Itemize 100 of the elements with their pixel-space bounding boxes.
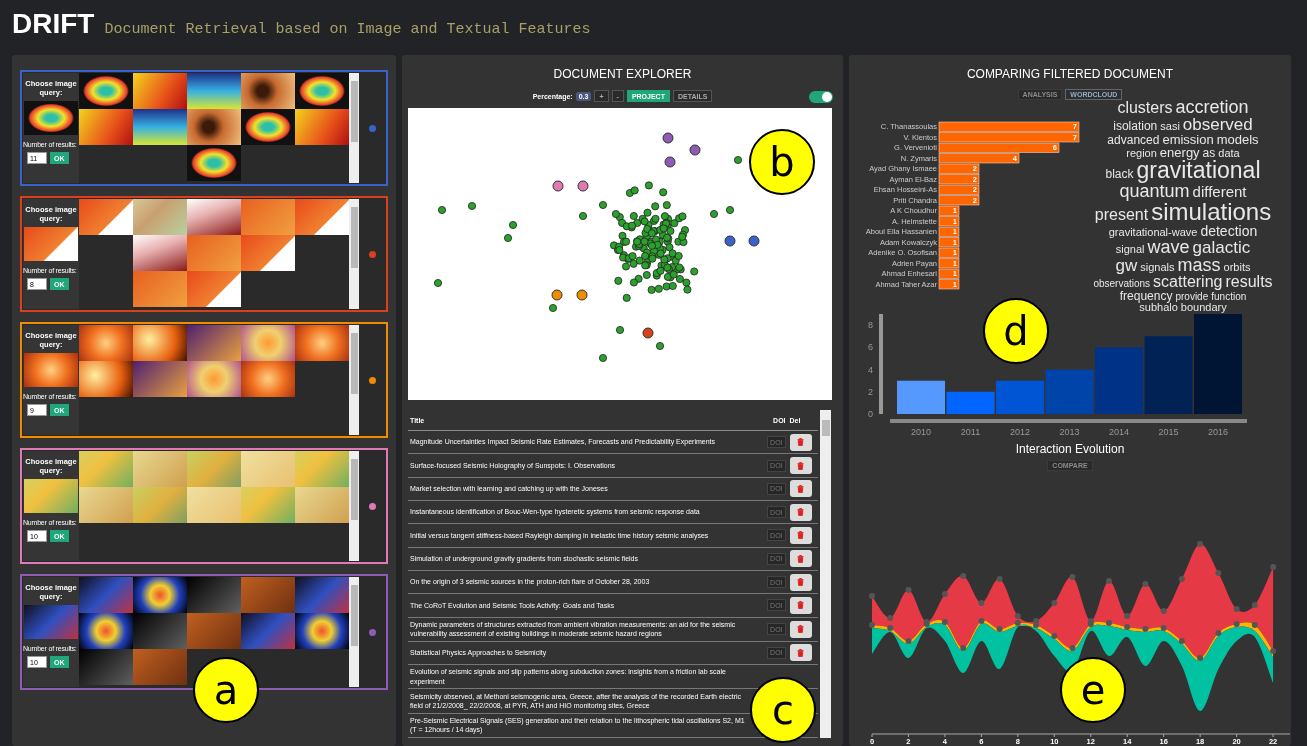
cloud-word[interactable]: clusters — [1117, 99, 1173, 116]
chart-title: Interaction Evolution — [1014, 442, 1126, 456]
author-bar[interactable] — [938, 268, 960, 279]
cloud-word[interactable]: accretion — [1175, 97, 1249, 116]
result-image[interactable] — [133, 325, 187, 361]
author-bar[interactable] — [938, 247, 960, 258]
scrollbar[interactable] — [820, 410, 831, 738]
author-bar[interactable] — [938, 174, 980, 185]
author-bar[interactable] — [938, 216, 960, 227]
cloud-word[interactable]: boundary — [1180, 301, 1227, 313]
result-image[interactable] — [79, 73, 133, 109]
cloud-word[interactable]: isolation — [1113, 119, 1158, 132]
author-bar[interactable] — [938, 205, 960, 216]
author-bar[interactable] — [938, 121, 1080, 132]
year-label: 2016 — [1208, 427, 1228, 437]
cloud-word[interactable]: function — [1211, 291, 1247, 302]
cloud-word[interactable]: scattering — [1153, 273, 1223, 290]
cloud-word[interactable]: signals — [1140, 261, 1175, 273]
cloud-word[interactable]: gravitational-wave — [1108, 226, 1198, 238]
result-image[interactable] — [295, 613, 349, 649]
cloud-word[interactable]: present — [1094, 206, 1149, 223]
panel-title: DOCUMENT EXPLORER — [552, 67, 693, 81]
cloud-word[interactable]: galactic — [1192, 238, 1251, 256]
year-bar[interactable] — [897, 380, 945, 414]
delete-button[interactable] — [789, 550, 812, 568]
delete-button[interactable] — [789, 573, 812, 591]
delete-button[interactable] — [789, 503, 812, 521]
delete-button[interactable] — [789, 596, 812, 614]
result-image[interactable] — [133, 235, 187, 271]
cloud-word[interactable]: signal — [1115, 243, 1145, 255]
scrollbar[interactable] — [349, 577, 359, 687]
cloud-word[interactable]: observed — [1182, 115, 1253, 133]
cloud-word[interactable]: data — [1218, 147, 1240, 159]
cloud-word[interactable]: gw — [1115, 256, 1138, 274]
year-label: 2015 — [1158, 427, 1179, 437]
trash-icon — [797, 508, 805, 517]
author-bar[interactable] — [938, 153, 1020, 164]
cloud-word[interactable]: emission — [1162, 132, 1214, 146]
cloud-word[interactable]: subhalo — [1139, 301, 1178, 313]
cloud-word[interactable]: provide — [1175, 291, 1209, 302]
year-label: 2014 — [1109, 427, 1129, 437]
cloud-word[interactable]: orbits — [1223, 261, 1251, 273]
delete-button[interactable] — [789, 620, 812, 638]
cloud-word[interactable]: energy — [1159, 145, 1200, 159]
result-image[interactable] — [79, 613, 133, 649]
author-bar[interactable] — [938, 279, 960, 290]
cloud-word[interactable]: different — [1192, 183, 1247, 199]
scrollbar[interactable] — [349, 325, 359, 435]
cloud-word[interactable]: frequency — [1119, 289, 1173, 302]
y-tick-label: 2 — [868, 386, 873, 397]
cloud-word[interactable]: detection — [1200, 223, 1258, 238]
author-bar[interactable] — [938, 184, 980, 195]
year-bar[interactable] — [946, 391, 995, 414]
cloud-word[interactable]: mass — [1177, 255, 1221, 274]
cloud-word[interactable]: gravitational — [1136, 158, 1261, 182]
delete-button[interactable] — [789, 526, 812, 544]
trash-icon — [797, 578, 805, 587]
result-image[interactable] — [187, 73, 241, 109]
scrollbar[interactable] — [349, 199, 359, 309]
cloud-word[interactable]: region — [1126, 147, 1157, 159]
result-image[interactable] — [187, 199, 241, 235]
scrollbar[interactable] — [349, 451, 359, 561]
cloud-word[interactable]: as — [1202, 146, 1216, 159]
query-image[interactable] — [24, 101, 78, 135]
trash-icon — [797, 461, 805, 470]
toggle-switch[interactable] — [809, 91, 833, 103]
cloud-word[interactable]: advanced — [1107, 133, 1160, 146]
author-bar[interactable] — [938, 226, 960, 237]
delete-button[interactable] — [789, 457, 812, 474]
y-tick-label: 4 — [868, 364, 873, 375]
author-bar[interactable] — [938, 237, 960, 248]
cloud-word[interactable]: results — [1225, 273, 1273, 290]
cloud-word[interactable]: wave — [1147, 237, 1190, 256]
author-bar[interactable] — [938, 163, 980, 174]
cloud-word[interactable]: observations — [1093, 278, 1151, 289]
document-points[interactable] — [434, 132, 760, 362]
result-image[interactable] — [133, 109, 187, 145]
trash-icon — [797, 554, 805, 563]
year-label: 2012 — [1010, 427, 1030, 437]
scrollbar[interactable] — [349, 73, 359, 183]
app-title: DRIFT — [12, 8, 95, 40]
result-image[interactable] — [187, 109, 241, 145]
delete-button[interactable] — [789, 644, 812, 662]
delete-button[interactable] — [789, 433, 812, 451]
author-bar[interactable] — [938, 132, 1080, 143]
author-bar[interactable] — [938, 258, 960, 269]
trash-icon — [797, 601, 805, 610]
result-image[interactable] — [241, 73, 295, 109]
cloud-word[interactable]: sasi — [1160, 120, 1180, 132]
author-bar[interactable] — [938, 195, 980, 206]
cloud-word[interactable]: simulations — [1151, 199, 1272, 224]
result-image[interactable] — [241, 109, 295, 145]
app-subtitle: Document Retrieval based on Image and Textual Features — [104, 21, 591, 38]
cloud-word[interactable]: black — [1105, 167, 1134, 180]
result-image[interactable] — [133, 577, 187, 613]
result-image[interactable] — [187, 145, 241, 181]
delete-button[interactable] — [789, 480, 812, 498]
result-image[interactable] — [79, 361, 133, 397]
cloud-word[interactable]: models — [1216, 132, 1259, 146]
result-image[interactable] — [295, 73, 349, 109]
